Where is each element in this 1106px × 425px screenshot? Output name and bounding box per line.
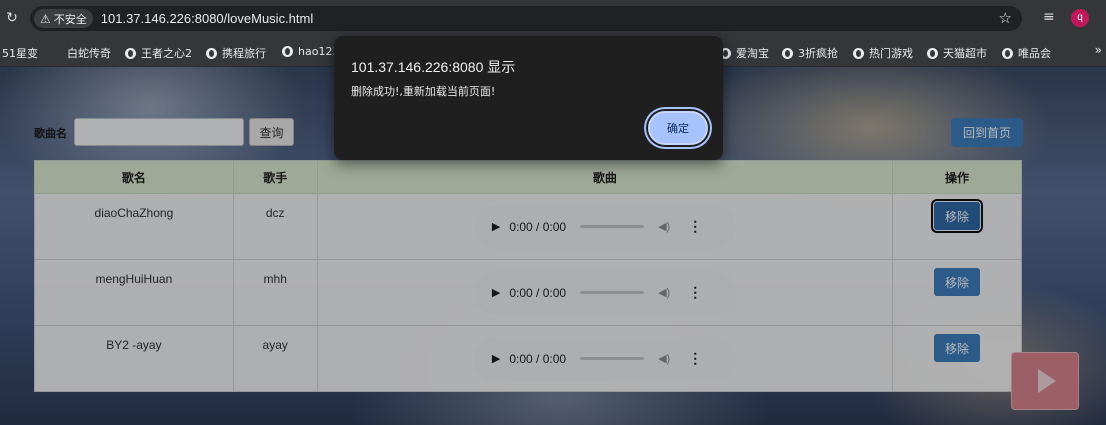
globe-icon — [927, 47, 938, 59]
bookmark-item[interactable]: 王者之心2 — [125, 45, 192, 61]
star-icon[interactable]: ☆ — [999, 9, 1012, 27]
bookmark-item[interactable]: 51星变 — [2, 45, 38, 61]
media-controls-icon[interactable]: ≡ — [1043, 9, 1055, 25]
globe-icon — [282, 46, 293, 57]
bookmark-item[interactable]: 爱淘宝 — [720, 45, 769, 61]
bookmark-item[interactable]: 白蛇传奇 — [67, 45, 111, 61]
reload-icon[interactable]: ↻ — [4, 10, 20, 26]
globe-icon — [206, 47, 217, 59]
bookmark-item[interactable]: 天猫超市 — [927, 45, 987, 61]
globe-icon — [853, 47, 864, 59]
globe-icon — [1002, 47, 1013, 59]
bookmark-item[interactable]: hao123 — [282, 45, 339, 58]
bookmark-item[interactable]: 唯品会 — [1002, 45, 1051, 61]
dialog-title: 101.37.146.226:8080 显示 — [351, 59, 516, 75]
warning-icon: ⚠ — [40, 11, 51, 26]
address-bar[interactable]: ⚠ 不安全 101.37.146.226:8080/loveMusic.html… — [30, 6, 1022, 31]
globe-icon — [125, 47, 136, 59]
url-text[interactable]: 101.37.146.226:8080/loveMusic.html — [101, 11, 313, 26]
bookmark-item[interactable]: 3折疯抢 — [782, 45, 838, 61]
dialog-ok-button[interactable]: 确定 — [648, 111, 708, 145]
avatar[interactable]: q — [1071, 9, 1089, 27]
security-label: 不安全 — [53, 12, 87, 26]
dialog-message: 删除成功!,重新加载当前页面! — [351, 85, 496, 98]
security-chip[interactable]: ⚠ 不安全 — [34, 9, 93, 28]
globe-icon — [782, 47, 793, 59]
bookmark-item[interactable]: 热门游戏 — [853, 45, 913, 61]
browser-toolbar: ↻ ⚠ 不安全 101.37.146.226:8080/loveMusic.ht… — [0, 0, 1106, 37]
bookmark-item[interactable]: 携程旅行 — [206, 45, 266, 61]
bookmarks-overflow-icon[interactable]: » — [1095, 43, 1102, 57]
